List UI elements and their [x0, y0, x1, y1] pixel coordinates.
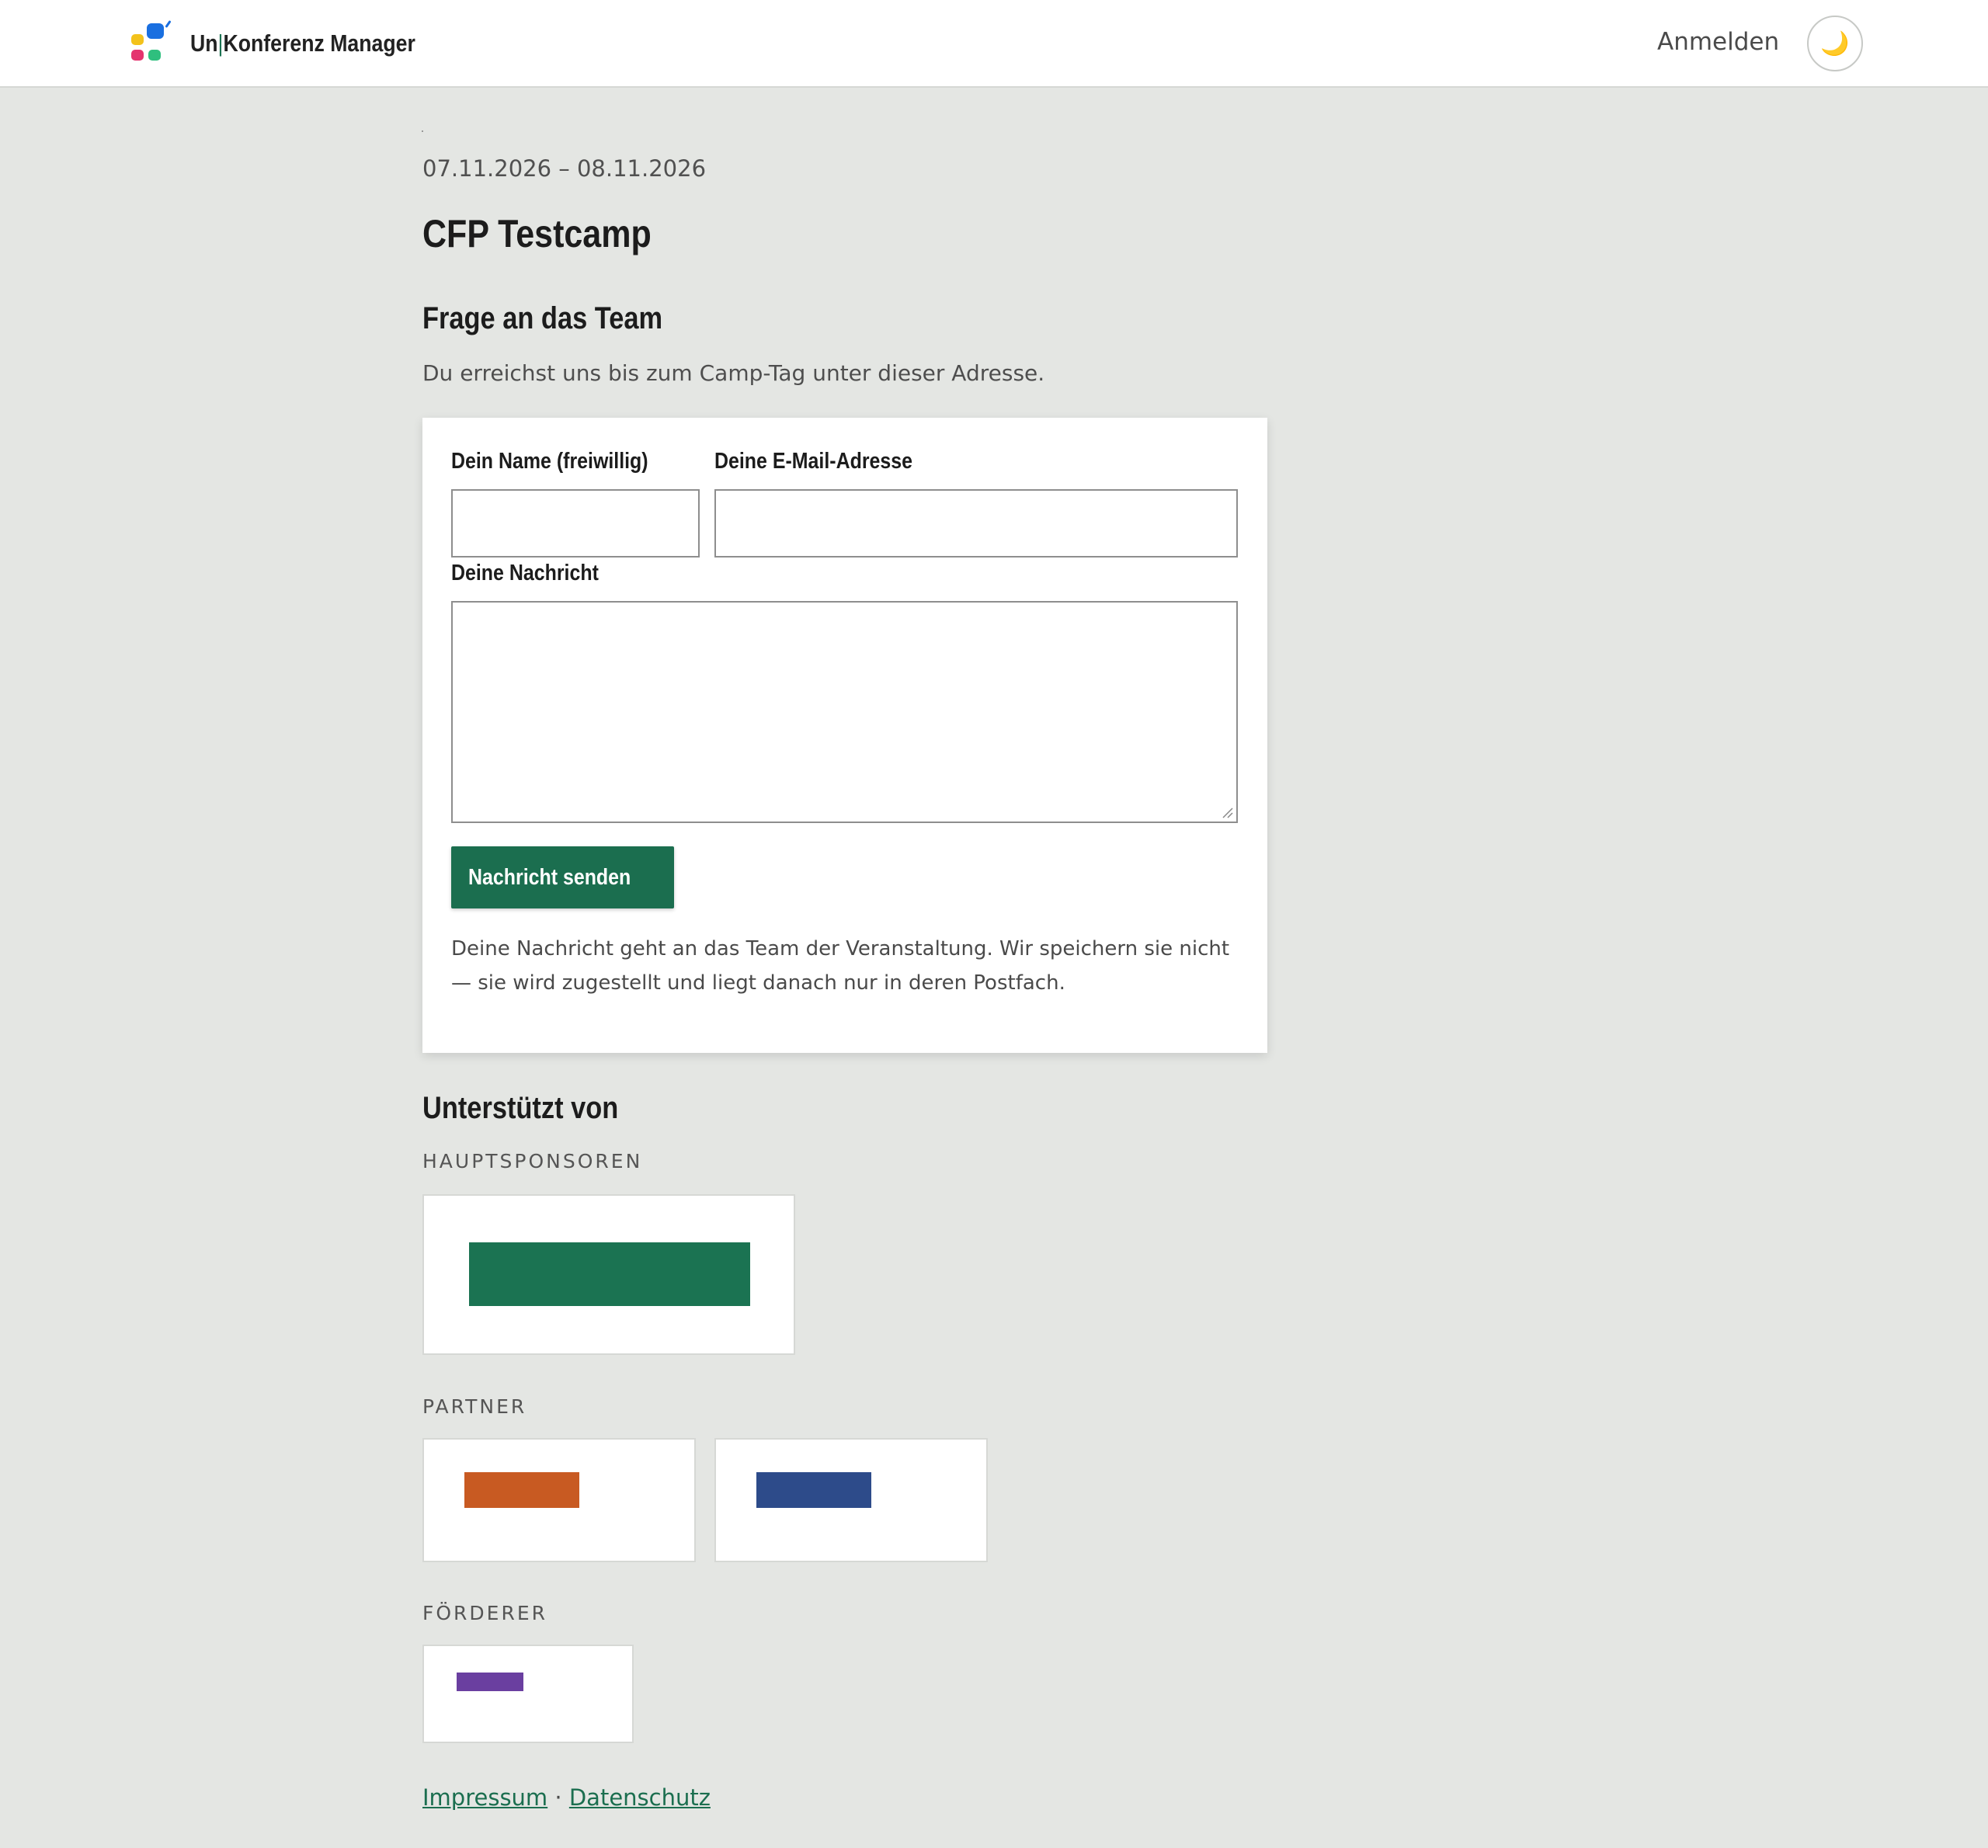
partner-logo-2[interactable] [714, 1438, 988, 1562]
contact-heading: Frage an das Team [422, 301, 663, 335]
message-label: Deine Nachricht [451, 561, 599, 585]
app-logo[interactable] [127, 19, 178, 67]
privacy-link[interactable]: Datenschutz [569, 1784, 711, 1811]
main-sponsor-mark [469, 1242, 750, 1306]
name-input[interactable] [451, 489, 700, 558]
send-message-button[interactable]: Nachricht senden [451, 846, 674, 908]
theme-toggle-button[interactable]: 🌙 [1807, 16, 1863, 71]
page-title: CFP Testcamp [422, 212, 652, 255]
brand-suffix: Konferenz Manager [223, 30, 415, 57]
partner-logo-1[interactable] [422, 1438, 696, 1562]
main-sponsor-logo[interactable] [422, 1194, 795, 1355]
logo-tile-pink [131, 50, 144, 61]
email-label: Deine E-Mail-Adresse [714, 449, 913, 474]
partner-1-mark [464, 1472, 579, 1508]
brand-prefix: Un [190, 30, 218, 57]
supporter-mark [457, 1673, 523, 1691]
top-bar: Un|Konferenz Manager Anmelden 🌙 [0, 0, 1988, 88]
supporter-label: FÖRDERER [422, 1602, 548, 1624]
resize-handle-icon[interactable] [1221, 806, 1233, 818]
event-date: 07.11.2026 – 08.11.2026 [422, 155, 707, 182]
logo-tile-blue [147, 23, 164, 39]
logo-spark [165, 20, 172, 28]
logo-tile-green [148, 50, 161, 61]
logo-tile-yellow [131, 34, 144, 45]
partner-label: PARTNER [422, 1395, 527, 1418]
name-label: Dein Name (freiwillig) [451, 449, 648, 474]
partner-2-mark [756, 1472, 871, 1508]
sponsors-heading: Unterstützt von [422, 1091, 619, 1125]
supporter-logo[interactable] [422, 1645, 634, 1743]
privacy-note: Deine Nachricht geht an das Team der Ver… [451, 937, 1230, 995]
breadcrumb-dot [422, 130, 423, 132]
email-input[interactable] [714, 489, 1238, 558]
moon-icon: 🌙 [1820, 30, 1850, 57]
main-sponsors-label: HAUPTSPONSOREN [422, 1150, 643, 1172]
footer-separator: · [554, 1784, 562, 1811]
brand-name: Un|Konferenz Manager [190, 30, 415, 57]
contact-form: Dein Name (freiwillig) Deine E-Mail-Adre… [422, 418, 1267, 1053]
login-link[interactable]: Anmelden [1657, 28, 1779, 56]
contact-intro: Du erreichst uns bis zum Camp-Tag unter … [422, 360, 1045, 386]
imprint-link[interactable]: Impressum [422, 1784, 547, 1811]
footer: Impressum · Datenschutz [422, 1784, 711, 1811]
send-message-label: Nachricht senden [467, 864, 631, 890]
message-textarea[interactable] [451, 601, 1238, 823]
